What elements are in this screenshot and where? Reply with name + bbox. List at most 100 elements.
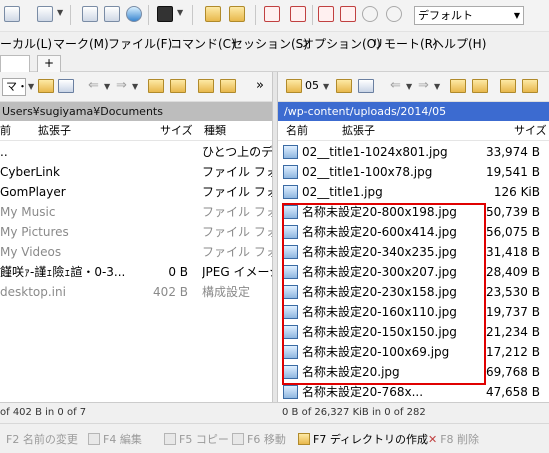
menu-item-mark[interactable]: マーク(M) — [53, 35, 109, 52]
col-ext[interactable]: 拡張子 — [38, 121, 71, 141]
home-dir-icon[interactable] — [198, 79, 214, 93]
chevron-down-icon[interactable]: ▼ — [434, 82, 440, 91]
menu-item-help[interactable]: ヘルプ(H) — [432, 35, 486, 52]
select-icon[interactable] — [264, 6, 280, 22]
new-session-icon[interactable] — [82, 6, 98, 22]
table-row[interactable]: CyberLink ファイル フォルダ — [0, 162, 272, 182]
back-arrow-icon[interactable]: ⇐ — [390, 78, 401, 93]
table-row[interactable]: 名称未設定20-100x69.jpg 17,212 B — [278, 342, 549, 362]
col-size[interactable]: サイズ — [160, 121, 193, 141]
file-size: 28,409 B — [485, 265, 540, 279]
file-name: My Music — [0, 205, 56, 219]
table-row[interactable]: 名称未設定20-800x198.jpg 50,739 B — [278, 202, 549, 222]
forward-arrow-icon[interactable]: ⇒ — [116, 78, 127, 93]
table-row[interactable]: 名称未設定20-300x207.jpg 28,409 B — [278, 262, 549, 282]
menu-item-session[interactable]: セッション(S) — [231, 35, 308, 52]
copy-button[interactable]: F5 コピー — [164, 431, 229, 447]
paste-icon[interactable] — [104, 6, 120, 22]
root-dir-icon[interactable] — [472, 79, 488, 93]
local-drive-select[interactable]: マ・ — [2, 78, 28, 96]
local-path[interactable]: Users¥sugiyama¥Documents — [0, 102, 272, 121]
table-row[interactable]: 名称未設定20-160x110.jpg 19,737 B — [278, 302, 549, 322]
table-row[interactable]: 名称未設定20-150x150.jpg 21,234 B — [278, 322, 549, 342]
file-type: JPEG イメージ — [202, 265, 272, 279]
table-row[interactable]: 名称未設定20.jpg 69,768 B — [278, 362, 549, 382]
table-row[interactable]: 名称未設定20-600x414.jpg 56,075 B — [278, 222, 549, 242]
table-row[interactable]: desktop.ini 402 B 構成設定 — [0, 282, 272, 302]
refresh-dir-icon[interactable] — [220, 79, 236, 93]
filter-icon[interactable] — [358, 79, 374, 93]
open-folder-icon[interactable] — [38, 79, 54, 93]
col-name[interactable]: 前 — [0, 121, 11, 141]
invert-icon[interactable] — [340, 6, 356, 22]
more-chevron-icon[interactable]: » — [256, 78, 264, 93]
table-row[interactable]: My Music ファイル フォルダ — [0, 202, 272, 222]
col-ext[interactable]: 拡張子 — [342, 121, 375, 141]
reload-icon[interactable] — [386, 6, 402, 22]
chevron-down-icon[interactable]: ▼ — [28, 82, 34, 91]
refresh-icon[interactable] — [126, 6, 142, 22]
chevron-down-icon[interactable]: ▼ — [104, 82, 110, 91]
copy-icon[interactable] — [37, 6, 53, 22]
table-row[interactable]: My Videos ファイル フォルダ — [0, 242, 272, 262]
console-icon[interactable] — [157, 6, 173, 22]
parent-dir-icon[interactable] — [450, 79, 466, 93]
clear-icon[interactable] — [362, 6, 378, 22]
menu-item-file[interactable]: ファイル(F) — [108, 35, 172, 52]
fkey-label: F6 移動 — [247, 433, 286, 446]
find-icon[interactable] — [229, 6, 245, 22]
sync-icon[interactable] — [205, 6, 221, 22]
layout-icon[interactable] — [4, 6, 20, 22]
filter-icon[interactable] — [58, 79, 74, 93]
remote-path[interactable]: /wp-content/uploads/2014/05 — [278, 102, 549, 121]
forward-arrow-icon[interactable]: ⇒ — [418, 78, 429, 93]
file-size: 47,658 B — [485, 385, 540, 399]
col-type[interactable]: 種類 — [204, 121, 226, 141]
table-row[interactable]: 02__title1-1024x801.jpg 33,974 B — [278, 142, 549, 162]
chevron-down-icon[interactable]: ▼ — [323, 82, 329, 91]
new-tab-button[interactable]: + — [37, 55, 61, 72]
table-row[interactable]: My Pictures ファイル フォルダ — [0, 222, 272, 242]
menu-item-options[interactable]: オプション(O) — [302, 35, 381, 52]
menu-item-command[interactable]: コマンド(C) — [170, 35, 236, 52]
chevron-down-icon[interactable]: ▼ — [177, 8, 183, 17]
parent-dir-icon[interactable] — [148, 79, 164, 93]
table-row[interactable]: 名称未設定20-340x235.jpg 31,418 B — [278, 242, 549, 262]
folder-icon — [298, 433, 310, 445]
chevron-down-icon[interactable]: ▼ — [406, 82, 412, 91]
filter-icon[interactable] — [318, 6, 334, 22]
table-row[interactable]: .. ひとつ上のディレ — [0, 142, 272, 162]
edit-button[interactable]: F4 編集 — [88, 431, 142, 447]
table-row[interactable]: GomPlayer ファイル フォルダ — [0, 182, 272, 202]
delete-button[interactable]: ✕ F8 削除 — [428, 431, 479, 447]
chevron-down-icon[interactable]: ▼ — [57, 8, 63, 17]
menu-item-remote[interactable]: リモート(R) — [372, 35, 438, 52]
create-directory-button[interactable]: F7 ディレクトリの作成 — [298, 431, 428, 447]
move-button[interactable]: F6 移動 — [232, 431, 286, 447]
file-name: 名称未設定20-100x69.jpg — [302, 345, 450, 359]
open-folder-icon[interactable] — [336, 79, 352, 93]
unselect-icon[interactable] — [290, 6, 306, 22]
table-row[interactable]: 02__title1.jpg 126 KiB — [278, 182, 549, 202]
file-name: 名称未設定20-340x235.jpg — [302, 245, 457, 259]
col-name[interactable]: 名前 — [286, 121, 308, 141]
image-file-icon — [283, 265, 298, 279]
home-dir-icon[interactable] — [500, 79, 516, 93]
refresh-dir-icon[interactable] — [522, 79, 538, 93]
charset-select[interactable]: デフォルト ▼ — [414, 6, 524, 25]
file-name: 02__title1.jpg — [302, 185, 383, 199]
table-row[interactable]: 02__title1-100x78.jpg 19,541 B — [278, 162, 549, 182]
table-row[interactable]: 名称未設定20-230x158.jpg 23,530 B — [278, 282, 549, 302]
table-row[interactable]: 名称未設定20-768x... 47,658 B — [278, 382, 549, 402]
remote-file-list: 02__title1-1024x801.jpg 33,974 B 02__titl… — [278, 142, 549, 407]
back-arrow-icon[interactable]: ⇐ — [88, 78, 99, 93]
tab-session[interactable] — [0, 55, 30, 72]
col-size[interactable]: サイズ — [514, 121, 547, 141]
menu-item-local[interactable]: ーカル(L) — [0, 35, 52, 52]
chevron-down-icon[interactable]: ▼ — [132, 82, 138, 91]
rename-button[interactable]: F2 名前の変更 — [6, 431, 78, 447]
delete-icon: ✕ — [428, 433, 438, 446]
table-row[interactable]: 饉咲ｧ-謹ｪ險ｪ諠・0-3... 0 B JPEG イメージ — [0, 262, 272, 282]
root-dir-icon[interactable] — [170, 79, 186, 93]
remote-folder-select[interactable]: 05 — [302, 78, 324, 96]
